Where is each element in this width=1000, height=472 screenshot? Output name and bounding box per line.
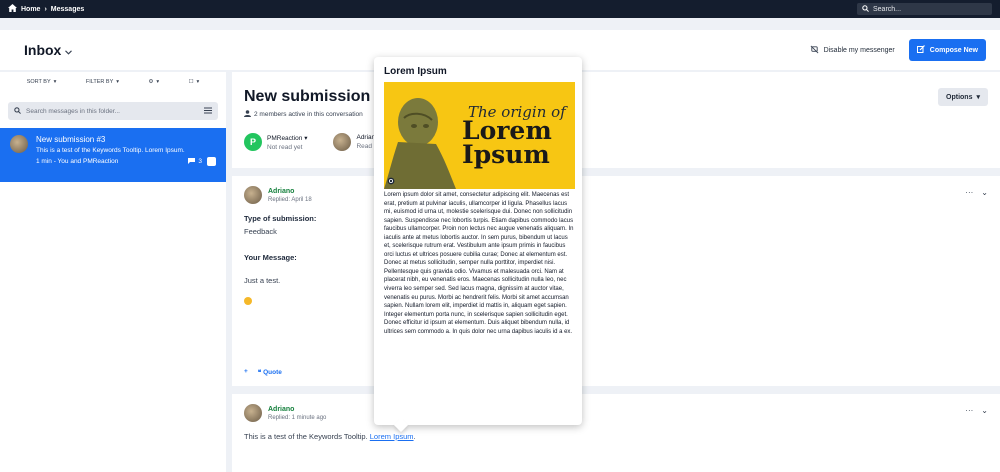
caret-down-icon: ▾ [156,79,160,85]
caret-down-icon: ▾ [976,94,980,101]
keyword-tooltip-link[interactable]: Lorem Ipsum [370,432,414,441]
disable-messenger-button[interactable]: Disable my messenger [810,45,895,56]
message-text: This is a test of the Keywords Tooltip. … [244,432,988,441]
members-info: 2 members active in this conversation [244,110,988,119]
sort-by-label: SORT BY [26,79,51,85]
smiley-emoji-icon [244,297,252,305]
participant-status: Not read yet [267,143,303,151]
disable-messenger-label: Disable my messenger [823,46,895,54]
message-author[interactable]: Adriano [268,406,326,413]
checkbox-icon: ☐ [188,79,194,85]
avatar [244,404,262,422]
sort-filter-row: SORT BY ▾ FILTER BY ▾ ⚙ ▾ ☐ ▾ [0,72,226,92]
settings-dropdown[interactable]: ⚙ ▾ [148,79,159,85]
sort-by-dropdown[interactable]: SORT BY ▾ [27,79,57,85]
quote-label: Quote [263,369,282,376]
user-icon [244,110,251,119]
message-card: Adriano Replied: 1 minute ago ··· ⌄ This… [232,394,1000,472]
compose-icon [916,45,925,55]
message-text: Just a test. [244,276,281,285]
conversation-header: New submission #3 2 members active in th… [232,72,1000,168]
gear-icon: ⚙ [148,79,154,85]
message-text-end: . [413,432,416,441]
tooltip-title: Lorem Ipsum [384,66,447,77]
participants-list: P PMReaction ▾ Not read yet Adriano Read [244,133,988,151]
add-icon[interactable]: + [244,368,248,376]
tooltip-body-text: Lorem ipsum dolor sit amet, consectetur … [384,192,574,335]
caret-down-icon: ▾ [116,79,120,85]
sliders-icon[interactable] [204,107,212,116]
participant-name-text: PMReaction [267,134,303,142]
submission-type-value: Feedback [244,227,277,236]
caret-down-icon: ▾ [304,134,308,142]
filter-by-label: FILTER BY [85,79,114,85]
your-message-label: Your Message: [244,253,297,262]
zoom-icon[interactable] [387,177,395,187]
top-navigation-bar: Home › Messages Search... [0,0,1000,18]
chevron-down-icon [65,42,73,58]
conversation-title: New submission #3 [36,135,106,144]
chevron-down-icon[interactable]: ⌄ [981,406,988,415]
message-author[interactable]: Adriano [268,188,312,195]
avatar [333,133,352,151]
conversation-checkbox[interactable] [207,157,216,166]
bust-statue-icon [384,98,456,189]
conversation-snippet: This is a test of the Keywords Tooltip. … [36,147,185,154]
global-search-input[interactable]: Search... [857,3,992,15]
keyword-tooltip: Lorem Ipsum The origin of Lorem Ipsum Lo… [374,57,582,425]
folder-search-input[interactable]: Search messages in this folder... [8,102,218,120]
breadcrumb-separator: › [44,5,47,13]
participant-initial-avatar: P [244,133,262,151]
breadcrumb-messages[interactable]: Messages [51,6,84,13]
quote-button[interactable]: ❝ Quote [258,368,282,376]
tooltip-image: The origin of Lorem Ipsum [384,82,575,189]
message-date: Replied: 1 minute ago [268,414,327,421]
more-options-icon[interactable]: ··· [965,406,973,415]
avatar [244,186,262,204]
breadcrumb-home[interactable]: Home [21,6,40,13]
participant-pmreaction[interactable]: P PMReaction ▾ Not read yet [244,133,307,151]
conversation-main: New submission #3 2 members active in th… [232,72,1000,472]
compose-new-label: Compose New [929,46,978,54]
breadcrumb: Home › Messages [8,4,84,14]
reply-count-value: 3 [198,158,202,165]
tooltip-image-line2: Ipsum [462,140,550,169]
search-icon [862,4,869,14]
participant-adriano[interactable]: Adriano Read [333,133,379,151]
select-dropdown[interactable]: ☐ ▾ [189,79,200,85]
inbox-title: Inbox [24,42,62,58]
caret-down-icon: ▾ [53,79,57,85]
options-label: Options [946,93,973,101]
inbox-folder-selector[interactable]: Inbox [24,42,73,58]
folder-search-placeholder: Search messages in this folder... [26,107,120,115]
submission-type-label: Type of submission: [244,214,317,223]
more-options-icon[interactable]: ··· [965,188,973,197]
home-icon[interactable] [8,4,17,14]
caret-down-icon: ▾ [196,79,200,85]
conversation-page-title: New submission #3 [244,88,393,105]
conversation-list-item[interactable]: New submission #3 This is a test of the … [0,128,226,182]
avatar [10,135,28,153]
quote-icon: ❝ [257,369,262,376]
chevron-down-icon[interactable]: ⌄ [981,188,988,197]
compose-new-button[interactable]: Compose New [908,39,986,61]
conversation-meta: 1 min - You and PMReaction [36,158,119,165]
chat-bubble-icon [188,157,196,166]
members-count-text: 2 members active in this conversation [254,111,363,118]
filter-by-dropdown[interactable]: FILTER BY ▾ [86,79,119,85]
conversation-sidebar: SORT BY ▾ FILTER BY ▾ ⚙ ▾ ☐ ▾ Search message… [0,72,226,472]
options-button[interactable]: Options ▾ [938,88,988,106]
global-search-placeholder: Search... [873,5,902,13]
participant-name: PMReaction ▾ [267,134,307,142]
no-chat-icon [810,45,819,56]
search-icon [14,106,21,116]
message-date: Replied: April 18 [268,196,312,203]
reply-count: 3 [188,157,202,166]
message-text-body: This is a test of the Keywords Tooltip. [244,432,370,441]
message-card: Adriano Replied: April 18 ··· ⌄ Type of … [232,176,1000,386]
